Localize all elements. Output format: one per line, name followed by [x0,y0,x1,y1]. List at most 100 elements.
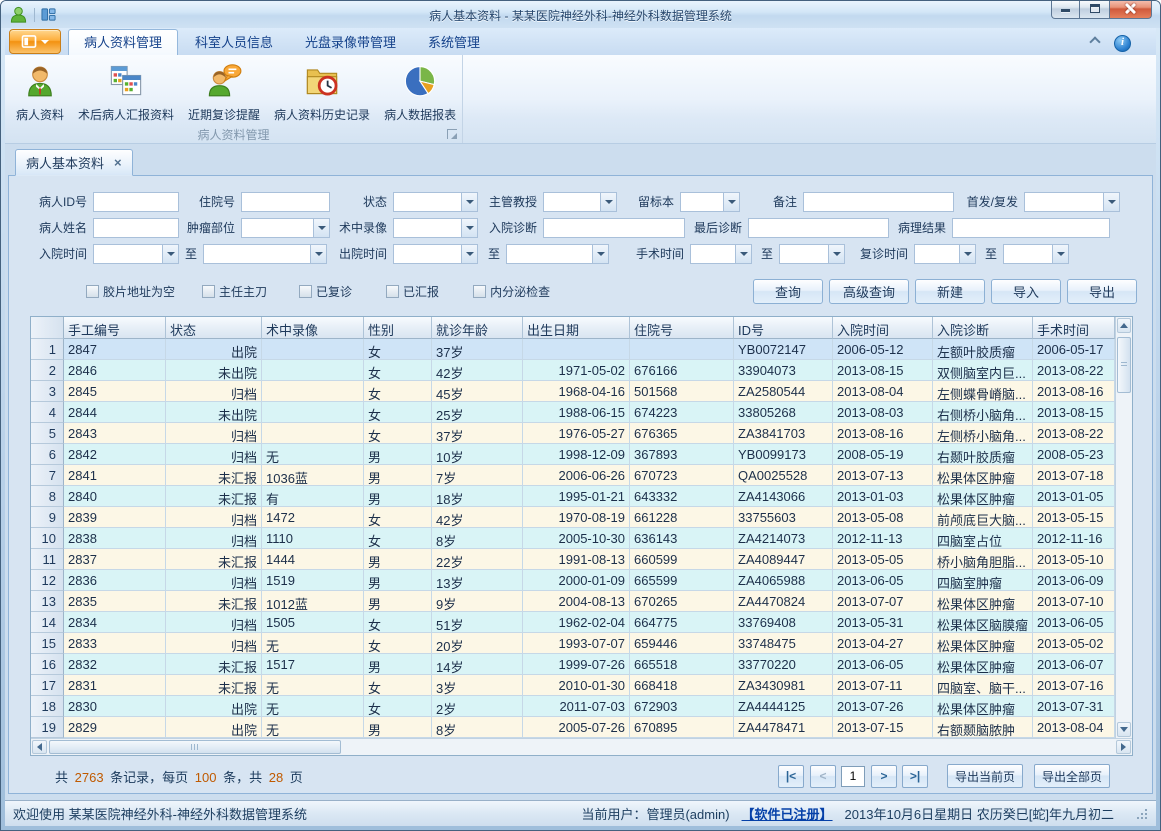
column-header[interactable]: 入院诊断 [933,317,1033,339]
table-cell[interactable]: 女 [364,633,432,654]
table-cell[interactable]: 男 [364,717,432,738]
document-tab-patient-basic-info[interactable]: 病人基本资料 × [15,149,133,176]
row-indicator[interactable]: 4 [31,402,64,423]
filter-text-input[interactable] [93,192,179,212]
table-cell[interactable]: 归档 [166,633,262,654]
checkbox[interactable] [299,285,312,298]
table-cell[interactable]: 2845 [64,381,166,402]
table-cell[interactable]: 女 [364,675,432,696]
table-cell[interactable]: 男 [364,549,432,570]
table-cell[interactable]: 13岁 [432,570,523,591]
table-cell[interactable]: 1988-06-15 [523,402,630,423]
row-indicator[interactable]: 9 [31,507,64,528]
table-cell[interactable]: 2013-06-05 [833,570,933,591]
table-cell[interactable]: 367893 [630,444,734,465]
column-header[interactable]: 状态 [166,317,262,339]
table-cell[interactable]: 2012-11-16 [1033,528,1115,549]
table-row[interactable]: 62842归档无男10岁1998-12-09367893YB0099173200… [31,444,1115,465]
table-cell[interactable]: 男 [364,591,432,612]
table-cell[interactable]: 2013-07-31 [1033,696,1115,717]
ribbon-button[interactable]: 近期复诊提醒 [181,59,267,125]
column-header[interactable]: 手术时间 [1033,317,1115,339]
filter-combo[interactable] [241,218,330,238]
table-cell[interactable]: 松果体区肿瘤 [933,654,1033,675]
table-cell[interactable]: 归档 [166,570,262,591]
filter-text-input[interactable] [93,218,179,238]
table-cell[interactable]: 松果体区肿瘤 [933,633,1033,654]
table-cell[interactable]: 男 [364,465,432,486]
scroll-left-button[interactable] [32,740,47,754]
table-cell[interactable]: 1968-04-16 [523,381,630,402]
checkbox-item[interactable]: 已复诊 [299,283,352,300]
app-menu-button[interactable] [9,29,61,54]
table-cell[interactable]: 42岁 [432,360,523,381]
table-cell[interactable]: ZA3430981 [734,675,833,696]
checkbox[interactable] [202,285,215,298]
table-row[interactable]: 12847出院女37岁YB00721472006-05-12左额叶胶质瘤2006… [31,339,1115,360]
filter-combo[interactable] [393,244,478,264]
table-cell[interactable]: 2013-05-10 [1033,549,1115,570]
table-cell[interactable]: 670265 [630,591,734,612]
table-cell[interactable]: 643332 [630,486,734,507]
table-cell[interactable]: 右额颞脑脓肿 [933,717,1033,738]
ribbon-tab[interactable]: 光盘录像带管理 [290,31,411,55]
table-cell[interactable]: 659446 [630,633,734,654]
next-page-button[interactable]: > [871,765,897,788]
table-cell[interactable]: 2838 [64,528,166,549]
table-cell[interactable]: 2013-06-05 [1033,612,1115,633]
license-link[interactable]: 【软件已注册】 [742,804,833,823]
horizontal-scroll-thumb[interactable] [49,740,341,754]
table-row[interactable]: 152833归档无女20岁1993-07-0765944633748475201… [31,633,1115,654]
filter-text-input[interactable] [803,192,954,212]
table-cell[interactable]: ZA4214073 [734,528,833,549]
ribbon-button[interactable]: 术后病人汇报资料 [71,59,181,125]
table-cell[interactable] [523,339,630,360]
vertical-scroll-thumb[interactable] [1117,337,1131,393]
table-cell[interactable]: 2013-08-22 [1033,360,1115,381]
table-cell[interactable]: 女 [364,339,432,360]
table-cell[interactable]: 2013-08-16 [1033,381,1115,402]
checkbox[interactable] [473,285,486,298]
table-cell[interactable]: 2013-07-16 [1033,675,1115,696]
table-cell[interactable]: 1519 [262,570,364,591]
row-indicator[interactable]: 3 [31,381,64,402]
filter-combo[interactable] [1003,244,1069,264]
table-cell[interactable]: 女 [364,402,432,423]
table-cell[interactable]: 33904073 [734,360,833,381]
table-cell[interactable]: 2010-01-30 [523,675,630,696]
filter-combo[interactable] [506,244,609,264]
table-cell[interactable]: 1505 [262,612,364,633]
row-indicator[interactable]: 5 [31,423,64,444]
table-cell[interactable]: 女 [364,612,432,633]
table-cell[interactable]: YB0072147 [734,339,833,360]
table-cell[interactable]: 2844 [64,402,166,423]
table-cell[interactable]: 未汇报 [166,549,262,570]
table-cell[interactable]: 664775 [630,612,734,633]
table-cell[interactable]: 松果体区肿瘤 [933,696,1033,717]
filter-combo[interactable] [779,244,845,264]
table-cell[interactable]: 2013-07-13 [833,465,933,486]
table-cell[interactable] [262,402,364,423]
table-cell[interactable]: 四脑室占位 [933,528,1033,549]
table-cell[interactable]: 归档 [166,612,262,633]
table-cell[interactable]: 2008-05-19 [833,444,933,465]
horizontal-scrollbar[interactable] [31,738,1132,755]
table-cell[interactable] [262,339,364,360]
info-button[interactable]: i [1114,35,1131,52]
table-cell[interactable]: ZA4478471 [734,717,833,738]
table-cell[interactable]: 2013-07-11 [833,675,933,696]
filter-combo[interactable] [914,244,976,264]
table-cell[interactable]: 2013-08-04 [1033,717,1115,738]
table-cell[interactable]: 2013-07-10 [1033,591,1115,612]
filter-combo[interactable] [203,244,327,264]
table-cell[interactable]: 2005-10-30 [523,528,630,549]
table-cell[interactable]: 2013-07-18 [1033,465,1115,486]
ribbon-button[interactable]: 病人资料 [9,59,71,125]
table-cell[interactable]: 松果体区脑膜瘤 [933,612,1033,633]
table-row[interactable]: 122836归档1519男13岁2000-01-09665599ZA406598… [31,570,1115,591]
table-row[interactable]: 82840未汇报有男18岁1995-01-21643332ZA414306620… [31,486,1115,507]
table-cell[interactable]: 672903 [630,696,734,717]
column-header[interactable] [31,317,64,339]
table-cell[interactable]: 660599 [630,549,734,570]
table-cell[interactable]: 1991-08-13 [523,549,630,570]
